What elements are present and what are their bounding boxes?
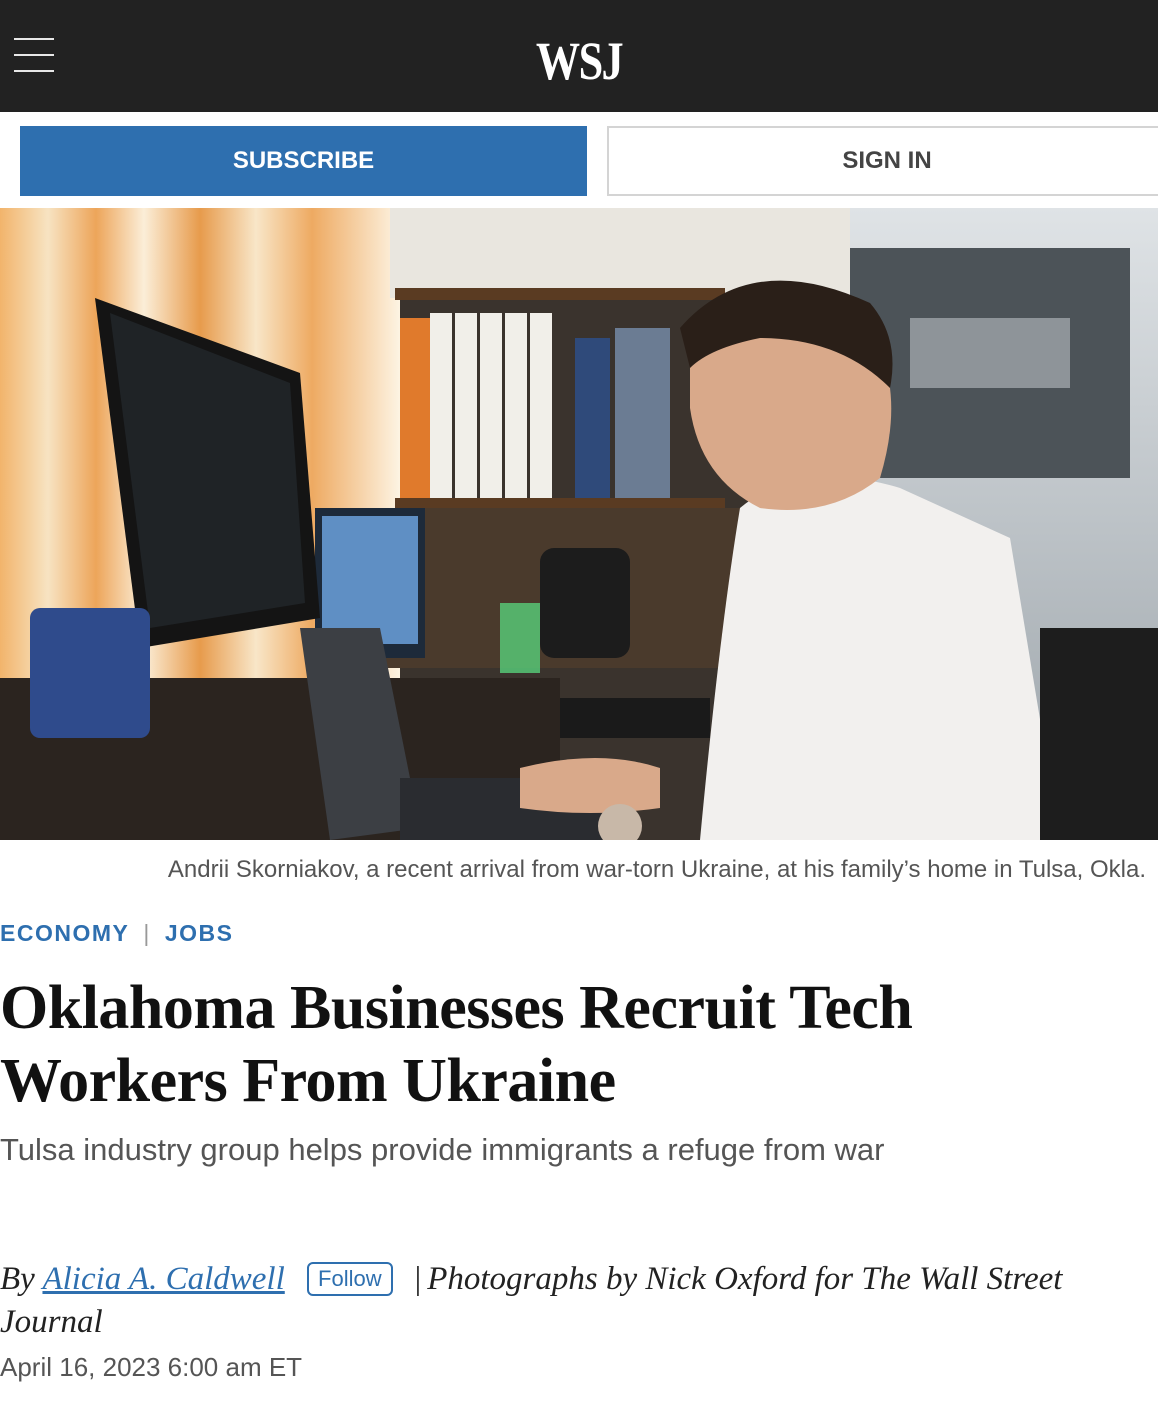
hamburger-menu-icon[interactable] — [14, 38, 54, 72]
follow-author-button[interactable]: Follow — [307, 1262, 393, 1296]
byline: By Alicia A. Caldwell Follow | Photographs… — [0, 1258, 1110, 1344]
top-navigation-bar: WSJ — [0, 0, 1158, 112]
section-breadcrumb: ECONOMY | JOBS — [0, 920, 233, 947]
wsj-logo[interactable]: WSJ — [104, 30, 1054, 92]
article-headline: Oklahoma Businesses Recruit Tech Workers… — [0, 974, 913, 1115]
author-link[interactable]: Alicia A. Caldwell — [42, 1261, 284, 1297]
publish-timestamp: April 16, 2023 6:00 am ET — [0, 1352, 303, 1382]
subscribe-button[interactable]: SUBSCRIBE — [20, 126, 587, 196]
article-hero-photo — [0, 208, 1158, 840]
section-link-economy[interactable]: ECONOMY — [0, 920, 129, 947]
article-dek: Tulsa industry group helps provide immig… — [0, 1132, 885, 1167]
section-separator: | — [143, 920, 151, 946]
sign-in-button[interactable]: SIGN IN — [607, 126, 1158, 196]
photo-caption: Andrii Skorniakov, a recent arrival from… — [167, 856, 1146, 883]
section-link-jobs[interactable]: JOBS — [165, 920, 234, 947]
byline-separator: | — [414, 1261, 422, 1297]
byline-prefix: By — [0, 1261, 35, 1297]
